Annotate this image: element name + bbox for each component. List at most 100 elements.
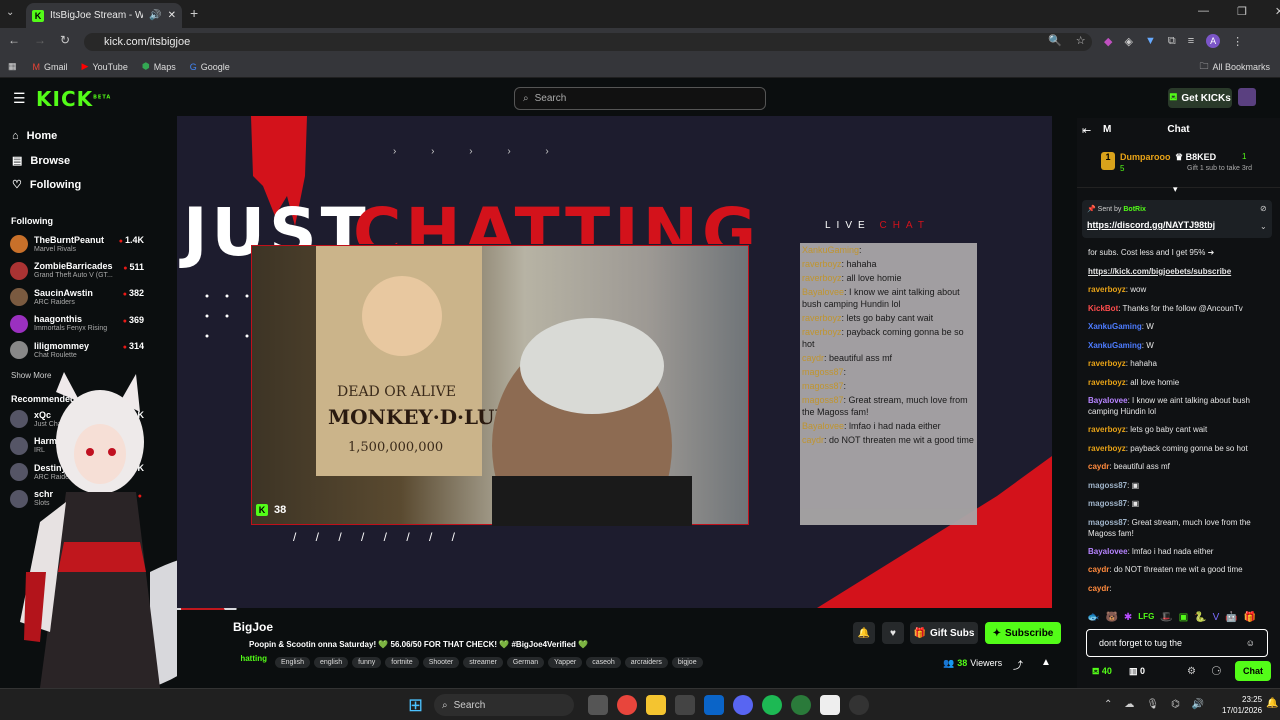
audio-icon[interactable]: 🔊 bbox=[149, 10, 161, 21]
extensions-puzzle-icon[interactable]: ⧉ bbox=[1168, 35, 1176, 48]
send-chat-button[interactable]: Chat bbox=[1235, 661, 1271, 681]
spotify-icon[interactable] bbox=[762, 695, 782, 715]
following-channel[interactable]: haagonthisImmortals Fenyx Rising 369 bbox=[10, 311, 150, 337]
chat-username[interactable]: raverboyz bbox=[1088, 425, 1126, 434]
stream-tag[interactable]: English bbox=[275, 657, 310, 668]
chat-username[interactable]: XankuGaming bbox=[1088, 341, 1142, 350]
bookmark-youtube[interactable]: ▶ YouTube bbox=[82, 61, 128, 72]
browser-tab[interactable]: K ItsBigJoe Stream - Watch L 🔊 ✕ bbox=[26, 3, 182, 28]
tab-list-icon[interactable]: ⌄ bbox=[6, 7, 14, 18]
kick-logo[interactable]: KICKBETA bbox=[36, 87, 111, 111]
chat-username[interactable]: caydr bbox=[1088, 584, 1109, 593]
app-icon[interactable] bbox=[849, 695, 869, 715]
chrome-icon[interactable] bbox=[617, 695, 637, 715]
store-icon[interactable] bbox=[675, 695, 695, 715]
emote-bar[interactable]: 🐟 🐻 ✱ LFG 🎩 ▣ 🐍 V 🤖 🎁 bbox=[1087, 612, 1256, 623]
chat-username[interactable]: caydr bbox=[1088, 462, 1109, 471]
profile-avatar[interactable]: A bbox=[1206, 34, 1221, 48]
chat-username[interactable]: XankuGaming bbox=[1088, 322, 1142, 331]
media-icon[interactable]: ≡ bbox=[1188, 35, 1194, 47]
close-window-icon[interactable]: ✕ bbox=[1275, 5, 1280, 18]
extension-icon[interactable]: ▼ bbox=[1145, 35, 1156, 47]
chat-message-input[interactable]: dont forget to tug the ☺ bbox=[1086, 629, 1268, 657]
system-tray[interactable]: ⌃ ☁ 🎙 ⌬ 🔊 bbox=[1104, 699, 1204, 710]
stream-tag[interactable]: english bbox=[313, 657, 349, 668]
subscribe-button[interactable]: ✦ Subscribe bbox=[985, 622, 1061, 644]
minimize-icon[interactable]: — bbox=[1198, 5, 1209, 18]
emoji-picker-icon[interactable]: ☺ bbox=[1246, 638, 1255, 648]
stream-tag[interactable]: fortnite bbox=[385, 657, 419, 668]
tab-close-icon[interactable]: ✕ bbox=[168, 10, 176, 21]
report-icon[interactable]: ▲ bbox=[1041, 657, 1051, 668]
xbox-icon[interactable] bbox=[791, 695, 811, 715]
chat-username[interactable]: caydr bbox=[1088, 565, 1109, 574]
chat-text[interactable]: https://kick.com/bigjoebets/subscribe bbox=[1088, 267, 1231, 276]
follow-heart-icon[interactable]: ♥ bbox=[882, 622, 904, 644]
chat-username[interactable]: Bayalovee bbox=[1088, 547, 1128, 556]
chat-settings-gear-icon[interactable]: ⚙ bbox=[1187, 666, 1196, 677]
stream-tag[interactable]: arcraiders bbox=[624, 657, 668, 668]
streamer-name[interactable]: BigJoe bbox=[233, 620, 273, 634]
following-channel[interactable]: ZombieBarricades Grand Theft Auto V (GT..… bbox=[10, 258, 150, 284]
site-search-input[interactable]: ⌕ Search bbox=[514, 87, 766, 110]
reload-icon[interactable]: ↻ bbox=[60, 33, 70, 47]
chat-username[interactable]: Bayalovee bbox=[1088, 396, 1128, 405]
expand-pin-icon[interactable]: ⌄ bbox=[1260, 222, 1267, 231]
chat-username[interactable]: magoss87 bbox=[1088, 499, 1127, 508]
extension-icon[interactable]: ◆ bbox=[1104, 35, 1112, 48]
back-icon[interactable]: ← bbox=[8, 33, 20, 47]
channel-points[interactable]: ▥ 0 bbox=[1129, 666, 1145, 677]
emote-icon[interactable]: 🎩 bbox=[1160, 612, 1172, 623]
stream-tag[interactable]: bigjoe bbox=[671, 657, 703, 668]
chat-username[interactable]: raverboyz bbox=[1088, 285, 1126, 294]
bookmark-maps[interactable]: ⬢ Maps bbox=[142, 61, 176, 72]
all-bookmarks[interactable]: 🗀 All Bookmarks bbox=[1199, 59, 1270, 75]
emote-icon[interactable]: 🐍 bbox=[1194, 612, 1206, 623]
stream-tag[interactable]: German bbox=[506, 657, 545, 668]
get-kicks-button[interactable]: ⛾ Get KICKs bbox=[1168, 88, 1232, 108]
emote-icon[interactable]: 🐟 bbox=[1087, 612, 1099, 623]
hamburger-menu-icon[interactable]: ☰ bbox=[13, 90, 26, 107]
nav-browse[interactable]: ▤ Browse bbox=[12, 154, 70, 168]
notification-bell-icon[interactable]: 🔔 bbox=[853, 622, 875, 644]
stream-tag[interactable]: streamer bbox=[463, 657, 503, 668]
notifications-icon[interactable]: 🔔 bbox=[1266, 698, 1278, 709]
stream-tag[interactable]: caseoh bbox=[586, 657, 621, 668]
chat-username[interactable]: magoss87 bbox=[1088, 518, 1127, 527]
emote-icon[interactable]: 🤖 bbox=[1225, 612, 1237, 623]
following-channel[interactable]: IiligmommeyChat Roulette 314 bbox=[10, 337, 150, 363]
stream-tag[interactable]: funny bbox=[352, 657, 382, 668]
discord-icon[interactable] bbox=[733, 695, 753, 715]
emote-icon[interactable]: ✱ bbox=[1124, 612, 1132, 623]
app-icon[interactable] bbox=[820, 695, 840, 715]
menu-icon[interactable]: ⋮ bbox=[1232, 35, 1243, 48]
task-view-icon[interactable] bbox=[588, 695, 608, 715]
user-avatar[interactable] bbox=[1238, 88, 1256, 106]
zoom-icon[interactable]: 🔍 bbox=[1048, 34, 1062, 47]
emote-icon[interactable]: ▣ bbox=[1179, 612, 1188, 623]
stream-category[interactable]: Just Chatting bbox=[241, 654, 267, 663]
following-channel[interactable]: SaucinAwstinARC Raiders 382 bbox=[10, 284, 150, 310]
new-tab-icon[interactable]: + bbox=[190, 5, 198, 21]
chat-username[interactable]: raverboyz bbox=[1088, 359, 1126, 368]
forward-icon[interactable]: → bbox=[34, 33, 46, 47]
kicks-balance[interactable]: ⛾ 40 bbox=[1092, 666, 1112, 678]
chat-username[interactable]: KickBot bbox=[1088, 304, 1118, 313]
chat-username[interactable]: raverboyz bbox=[1088, 378, 1126, 387]
omnibox[interactable]: kick.com/itsbigjoe bbox=[84, 33, 1092, 51]
file-explorer-icon[interactable] bbox=[646, 695, 666, 715]
nav-following[interactable]: ♡ Following bbox=[12, 178, 81, 192]
collapse-chat-icon[interactable]: ⇤ bbox=[1082, 124, 1091, 137]
emote-icon[interactable]: LFG bbox=[1138, 612, 1154, 623]
chat-username[interactable]: raverboyz bbox=[1088, 444, 1126, 453]
pinned-link[interactable]: https://discord.gg/NAYTJ98tbj bbox=[1087, 220, 1215, 230]
stream-tag[interactable]: Yapper bbox=[548, 657, 583, 668]
gift-subs-button[interactable]: 🎁 Gift Subs bbox=[910, 622, 978, 644]
taskbar-search[interactable]: ⌕ Search bbox=[434, 694, 574, 716]
bookmark-star-icon[interactable]: ☆ bbox=[1076, 34, 1086, 47]
chat-mode[interactable]: M bbox=[1103, 124, 1111, 135]
clock[interactable]: 23:25 17/01/2026 bbox=[1222, 694, 1262, 716]
stream-tag[interactable]: Shooter bbox=[422, 657, 460, 668]
chat-username[interactable]: magoss87 bbox=[1088, 481, 1127, 490]
outlook-icon[interactable] bbox=[704, 695, 724, 715]
